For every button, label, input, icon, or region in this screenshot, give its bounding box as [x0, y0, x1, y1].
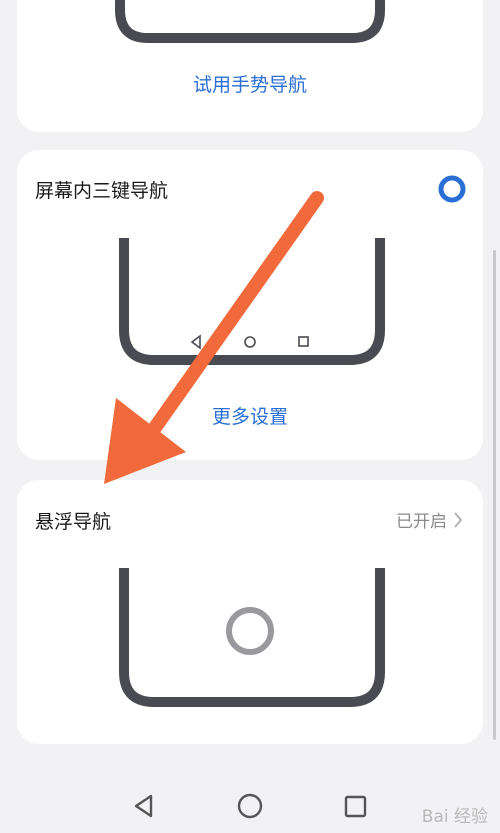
- three-key-phone-illustration: [119, 238, 385, 365]
- home-icon[interactable]: [237, 793, 263, 819]
- floating-nav-card[interactable]: 悬浮导航 已开启: [17, 480, 483, 744]
- back-triangle-icon: [190, 334, 201, 350]
- try-gesture-nav-link[interactable]: 试用手势导航: [17, 70, 483, 97]
- home-circle-icon: [244, 336, 256, 348]
- gesture-nav-card[interactable]: 试用手势导航: [17, 0, 483, 132]
- floating-ball-icon: [226, 607, 274, 655]
- gesture-phone-illustration: [115, 0, 385, 43]
- more-settings-link[interactable]: 更多设置: [17, 402, 483, 429]
- floating-phone-illustration: [119, 568, 385, 707]
- watermark-logo: Bai 经验: [421, 807, 488, 827]
- recent-apps-icon[interactable]: [344, 795, 367, 818]
- three-key-nav-card[interactable]: 屏幕内三键导航 更多设置: [17, 150, 483, 460]
- scrollbar[interactable]: [493, 250, 496, 740]
- recent-square-icon: [298, 336, 309, 347]
- back-icon[interactable]: [134, 794, 153, 818]
